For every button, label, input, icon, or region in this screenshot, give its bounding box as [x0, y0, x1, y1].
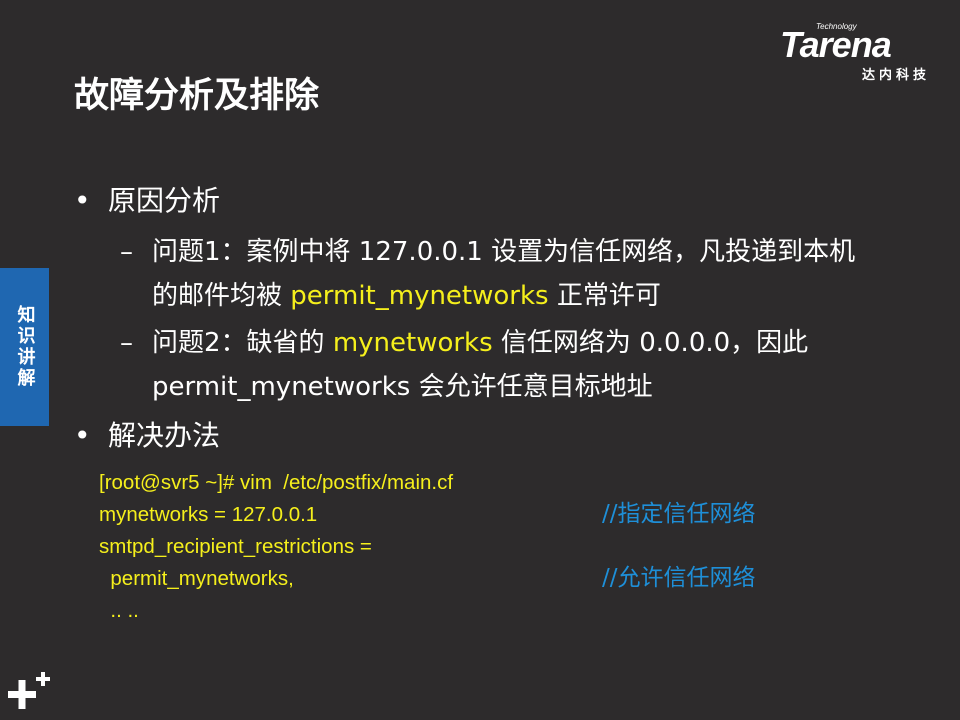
code-comment-line-2: //指定信任网络	[602, 501, 756, 527]
logo-chinese-name: 达内科技	[862, 68, 931, 83]
tarena-logo: Technology Tarena 达内科技	[780, 22, 950, 83]
bullet-dot-icon: •	[74, 419, 91, 452]
code-line-2: mynetworks = 127.0.0.1	[99, 503, 318, 526]
dash-icon: –	[120, 328, 133, 358]
cause-item-2-highlight: mynetworks	[332, 328, 493, 358]
bullet-solution-heading: 解决办法	[108, 419, 221, 452]
bullet-dot-icon: •	[74, 184, 91, 217]
cause-item-1-post: 正常许可	[548, 281, 661, 311]
code-line-3: smtpd_recipient_restrictions =	[99, 535, 372, 558]
code-comment-line-4: //允许信任网络	[602, 565, 756, 591]
cause-item-1: – 问题1：案例中将 127.0.0.1 设置为信任网络，凡投递到本机的邮件均被…	[120, 230, 860, 318]
cause-item-1-text: 问题1：案例中将 127.0.0.1 设置为信任网络，凡投递到本机的邮件均被 p…	[152, 230, 860, 318]
bullet-solution: • 解决办法	[74, 418, 220, 454]
dash-icon: –	[120, 237, 133, 267]
page-title: 故障分析及排除	[74, 76, 320, 116]
code-line-1: [root@svr5 ~]# vim /etc/postfix/main.cf	[99, 471, 454, 494]
cause-item-2-text: 问题2：缺省的 mynetworks 信任网络为 0.0.0.0，因此 perm…	[152, 321, 860, 409]
cause-item-2: – 问题2：缺省的 mynetworks 信任网络为 0.0.0.0，因此 pe…	[120, 321, 860, 409]
code-line-5: .. ..	[99, 599, 139, 622]
cause-item-1-highlight: permit_mynetworks	[290, 281, 549, 311]
bullet-cause: • 原因分析	[74, 183, 220, 219]
code-line-4: permit_mynetworks,	[99, 567, 294, 590]
bullet-cause-heading: 原因分析	[108, 184, 221, 217]
side-tab: 知识讲解	[0, 268, 49, 426]
plus-mark-icon	[8, 672, 50, 709]
logo-wordmark: Tarena	[780, 24, 892, 65]
side-tab-label: 知识讲解	[14, 305, 36, 389]
cause-item-2-pre: 问题2：缺省的	[152, 328, 333, 358]
